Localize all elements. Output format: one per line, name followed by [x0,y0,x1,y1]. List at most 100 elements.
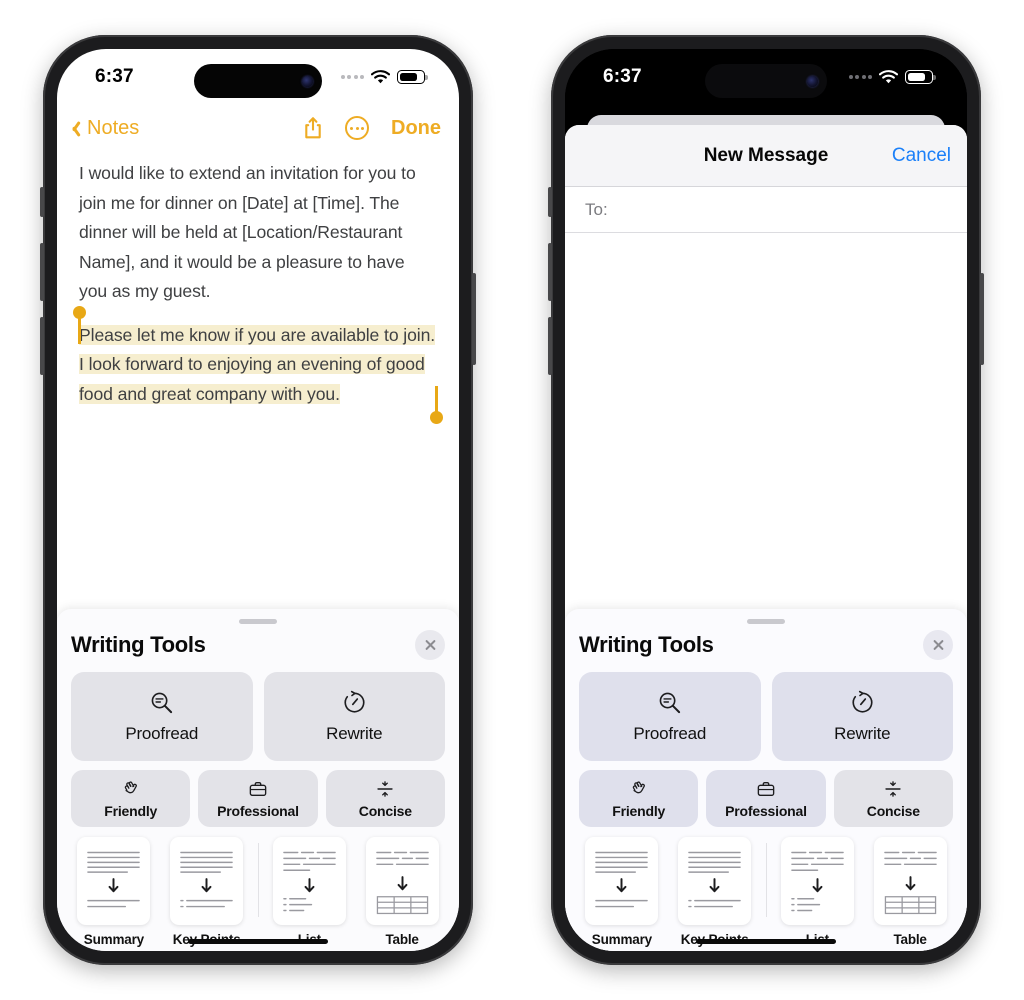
notes-toolbar: Notes Done [57,105,459,151]
writing-tools-header: Writing Tools [579,630,953,660]
battery-icon [905,70,936,84]
proofread-label: Proofread [125,723,199,743]
writing-tools-panel-left: Writing Tools Proofread Rewrite Friendly… [57,609,459,951]
writing-tools-title: Writing Tools [579,632,714,657]
proofread-button[interactable]: Proofread [71,672,253,761]
table-doc-icon [873,837,947,925]
section-divider [257,843,259,917]
table-button[interactable]: Table [867,837,953,947]
rewrite-label: Rewrite [326,723,383,743]
chevron-left-icon [71,119,82,138]
back-to-notes-button[interactable]: Notes [71,117,139,140]
volume-down-button[interactable] [40,317,44,375]
to-label: To: [585,199,608,219]
friendly-button[interactable]: Friendly [71,770,191,827]
briefcase-icon [248,779,268,799]
list-doc-icon [272,837,346,925]
summary-label: Summary [83,932,144,947]
drag-handle-icon[interactable] [747,619,785,624]
sheet-title: New Message [703,144,829,166]
proofread-button[interactable]: Proofread [579,672,761,761]
silent-switch[interactable] [40,187,44,217]
status-indicators [848,70,936,84]
key-points-button[interactable]: Key Points [164,837,250,947]
cancel-button[interactable]: Cancel [892,145,951,167]
summary-button[interactable]: Summary [71,837,157,947]
status-time: 6:37 [603,66,642,87]
tone-actions-row: Friendly Professional Concise [71,770,445,827]
recipient-field[interactable]: To: [565,187,967,233]
signal-dots-icon [848,75,872,79]
selection-handle-end[interactable] [430,386,443,424]
briefcase-icon [756,779,776,799]
home-indicator[interactable] [188,939,328,944]
writing-tools-title: Writing Tools [71,632,206,657]
concise-label: Concise [358,802,412,819]
rewrite-clock-icon [850,690,875,715]
table-label: Table [385,932,419,947]
magnifier-text-icon [657,690,682,715]
volume-up-button[interactable] [548,243,552,301]
dynamic-island [705,64,827,98]
summary-button[interactable]: Summary [579,837,665,947]
rewrite-button[interactable]: Rewrite [771,672,953,761]
friendly-button[interactable]: Friendly [579,770,699,827]
list-button[interactable]: List [267,837,353,947]
transform-actions-row: Summary Key Table [71,837,445,951]
phone-right-screen: 6:37 New Message Cancel To: Writing Tool… [565,49,967,951]
magnifier-text-icon [149,690,174,715]
note-highlighted-text: Please let me know if you are available … [79,324,436,404]
back-label: Notes [87,116,140,139]
wifi-icon [371,70,390,84]
concise-button[interactable]: Concise [833,770,953,827]
compress-icon [883,779,903,799]
two-phone-comparison: 6:37 Notes Done I would like to extend a… [0,0,1024,1000]
drag-handle-icon[interactable] [239,619,277,624]
primary-actions-row: Proofread Rewrite [71,672,445,761]
rewrite-button[interactable]: Rewrite [263,672,445,761]
summary-doc-icon [77,837,151,925]
concise-label: Concise [866,802,920,819]
silent-switch[interactable] [548,187,552,217]
signal-dots-icon [340,75,364,79]
close-icon[interactable] [415,630,445,660]
front-camera-icon [302,75,313,87]
friendly-label: Friendly [104,802,158,819]
primary-actions-row: Proofread Rewrite [579,672,953,761]
list-button[interactable]: List [775,837,861,947]
professional-button[interactable]: Professional [706,770,826,827]
friendly-label: Friendly [612,802,666,819]
volume-down-button[interactable] [548,317,552,375]
professional-button[interactable]: Professional [198,770,318,827]
key-points-doc-icon [678,837,752,925]
close-icon[interactable] [923,630,953,660]
dynamic-island [194,64,322,98]
writing-tools-header: Writing Tools [71,630,445,660]
note-content[interactable]: I would like to extend an invitation for… [57,151,459,424]
wifi-icon [879,70,898,84]
front-camera-icon [807,75,818,87]
table-button[interactable]: Table [359,837,445,947]
new-message-navbar: New Message Cancel [565,125,967,187]
notes-actions: Done [303,116,441,140]
phone-left-screen: 6:37 Notes Done I would like to extend a… [57,49,459,951]
selection-handle-start[interactable] [73,305,86,344]
section-divider [765,843,767,917]
phone-right-messages: 6:37 New Message Cancel To: Writing Tool… [548,35,984,965]
done-button[interactable]: Done [391,117,441,140]
proofread-label: Proofread [633,723,707,743]
home-indicator[interactable] [696,939,836,944]
concise-button[interactable]: Concise [325,770,445,827]
rewrite-label: Rewrite [834,723,891,743]
more-circle-icon[interactable] [345,116,369,140]
share-icon[interactable] [303,116,323,140]
note-selected-paragraph[interactable]: Please let me know if you are available … [73,305,443,424]
table-label: Table [893,932,927,947]
table-doc-icon [365,837,439,925]
power-button[interactable] [980,273,984,365]
volume-up-button[interactable] [40,243,44,301]
note-paragraph: I would like to extend an invitation for… [79,163,416,301]
key-points-button[interactable]: Key Points [672,837,758,947]
power-button[interactable] [472,273,476,365]
transform-actions-row: Summary Key Table [579,837,953,951]
